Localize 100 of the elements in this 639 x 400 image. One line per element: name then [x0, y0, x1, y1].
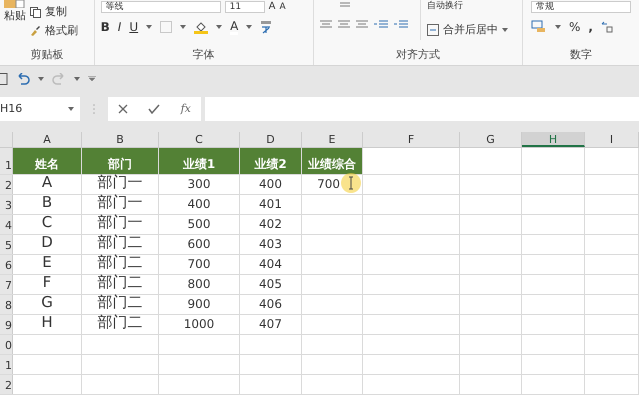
row-header[interactable]: 9	[0, 315, 13, 334]
table-cell-text: 404	[259, 256, 282, 273]
table-cell-text: C	[42, 212, 52, 232]
row-header[interactable]: 6	[0, 255, 13, 274]
table-cell-text: H	[41, 312, 53, 332]
column-header[interactable]: D	[240, 132, 302, 147]
table-cell-text: 部门二	[98, 232, 142, 252]
column-header[interactable]: C	[159, 132, 240, 147]
font-color-button[interactable]: A	[230, 20, 238, 34]
table-cell-text: 401	[259, 196, 282, 213]
caret-icon	[246, 25, 252, 29]
align-icon	[320, 20, 332, 30]
group-label: 剪贴板	[30, 46, 64, 62]
caret-icon	[38, 77, 44, 81]
table-cell-text: 300	[188, 176, 210, 193]
row-header[interactable]: 2	[0, 175, 13, 194]
table-cell-text: F	[42, 272, 52, 292]
caret-icon	[146, 25, 152, 29]
table-cell-text: 业绩1	[182, 156, 216, 173]
table-cell-text: D	[41, 232, 53, 252]
row-header[interactable]: 3	[0, 195, 13, 214]
table-cell-text: 700	[317, 176, 340, 193]
table-cell-text: 业绩2	[254, 156, 287, 173]
underline-button[interactable]: U	[129, 18, 138, 36]
table-cell-text: 部门一	[98, 172, 142, 192]
row-header[interactable]: 5	[0, 235, 13, 254]
row-header[interactable]: 7	[0, 275, 13, 294]
copy-icon	[30, 6, 41, 18]
row-header[interactable]: 1	[0, 148, 13, 174]
table-cell-text: 406	[259, 296, 282, 313]
row-header[interactable]: 4	[0, 215, 13, 234]
table-cell-text: 业绩综合	[308, 156, 356, 173]
table-cell-text: G	[41, 292, 53, 312]
caret-icon	[74, 77, 80, 81]
table-cell-text: 部门二	[98, 272, 142, 292]
name-box[interactable]: H16	[0, 97, 80, 121]
copy-button[interactable]: 复制	[30, 4, 78, 20]
table-cell-text: 405	[259, 276, 282, 293]
indent-icon	[374, 20, 388, 30]
align-icon	[338, 20, 350, 30]
column-header[interactable]: I	[585, 132, 639, 147]
decimal-icon	[600, 21, 613, 33]
merge-center-button[interactable]: 合并后居中	[426, 22, 508, 38]
caret-icon	[555, 25, 561, 29]
column-header[interactable]: B	[82, 132, 159, 147]
column-header[interactable]: E	[302, 132, 363, 147]
phonetic-icon	[260, 20, 272, 34]
table-cell-text: 800	[188, 276, 210, 293]
bold-button[interactable]: B	[100, 18, 110, 36]
insert-function-button[interactable]: fx	[180, 100, 191, 118]
comma-button[interactable]: ,	[588, 18, 593, 36]
table-cell-text: 部门二	[98, 312, 142, 332]
table-cell-text: 407	[259, 316, 282, 333]
shrink-font-button[interactable]: A	[279, 2, 286, 12]
save-icon[interactable]	[0, 73, 8, 85]
percent-button[interactable]: %	[569, 18, 580, 36]
table-cell-text: 700	[188, 256, 210, 273]
table-cell-text: 600	[188, 236, 210, 253]
font-size-field[interactable]: 11	[224, 1, 265, 13]
row-header[interactable]: 1	[0, 355, 13, 374]
column-header[interactable]: H	[522, 132, 585, 147]
indent-icon	[394, 20, 408, 30]
column-header[interactable]: A	[13, 132, 82, 147]
row-header[interactable]: 0	[0, 335, 13, 354]
align-icon	[356, 20, 368, 30]
table-cell-text: 900	[188, 296, 210, 313]
caret-icon	[216, 25, 222, 29]
row-header[interactable]: 2	[0, 375, 13, 394]
table-cell-text: 部门二	[98, 252, 142, 272]
table-cell-text: 403	[259, 236, 282, 253]
merge-icon	[426, 24, 439, 36]
font-name-field[interactable]: 等线	[100, 1, 221, 13]
table-cell-text: 部门	[108, 156, 132, 173]
fill-color-icon	[194, 20, 208, 34]
cancel-icon[interactable]	[118, 104, 128, 114]
caret-icon	[180, 25, 186, 29]
cursor-highlight-icon	[341, 173, 361, 193]
border-icon	[160, 21, 172, 33]
check-icon[interactable]	[148, 104, 160, 114]
column-header[interactable]: F	[363, 132, 460, 147]
table-cell-text: 部门二	[98, 292, 142, 312]
table-cell-text: A	[42, 172, 52, 192]
table-cell-text: 500	[188, 216, 210, 233]
format-painter-button[interactable]: 格式刷	[30, 22, 78, 39]
brush-icon	[30, 25, 41, 36]
table-cell-text: 部门一	[98, 212, 142, 232]
currency-icon	[531, 20, 547, 34]
italic-button[interactable]: I	[118, 18, 122, 36]
table-cell-text: 姓名	[35, 156, 59, 173]
formula-input[interactable]	[205, 97, 639, 121]
row-header[interactable]: 8	[0, 295, 13, 314]
group-label: 数字	[570, 46, 592, 62]
number-format-field[interactable]: 常规	[531, 1, 631, 13]
grow-font-button[interactable]: A	[268, 2, 276, 12]
group-label: 对齐方式	[396, 46, 440, 62]
undo-icon[interactable]	[16, 73, 30, 85]
wrap-text-button[interactable]: 自动换行	[426, 0, 508, 12]
table-cell-text: 400	[188, 196, 210, 213]
paste-button[interactable]: 粘贴	[0, 0, 30, 40]
customize-icon[interactable]	[88, 76, 96, 82]
